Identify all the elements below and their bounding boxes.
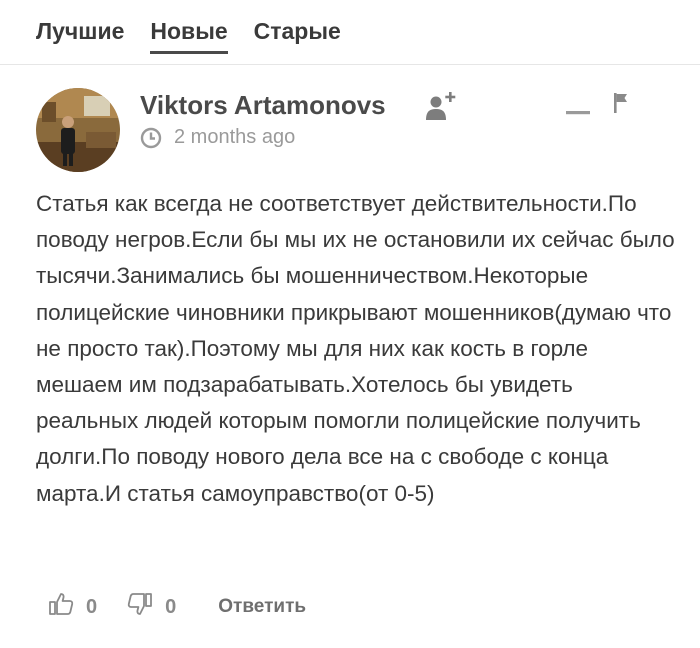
dislike-count: 0: [165, 595, 177, 618]
sort-tabs: Лучшие Новые Старые: [36, 18, 341, 54]
minus-icon[interactable]: [566, 103, 590, 115]
dislike-button[interactable]: 0: [127, 592, 176, 622]
comment-author[interactable]: Viktors Artamonovs: [140, 90, 386, 121]
avatar[interactable]: [36, 88, 120, 172]
tab-old[interactable]: Старые: [254, 18, 341, 54]
thumbs-down-icon: [127, 592, 153, 622]
comment-timestamp: 2 months ago: [140, 126, 295, 149]
clock-icon: [140, 127, 162, 149]
add-user-icon[interactable]: [424, 90, 458, 124]
like-count: 0: [86, 595, 98, 618]
timestamp-text: 2 months ago: [174, 126, 296, 148]
tabs-divider: [0, 64, 700, 65]
reply-button[interactable]: Ответить: [218, 596, 306, 618]
comment-body: Статья как всегда не соответствует дейст…: [36, 191, 675, 506]
tab-best[interactable]: Лучшие: [36, 18, 124, 54]
flag-icon[interactable]: [612, 92, 632, 114]
comment-actions: 0 0 Ответить: [48, 592, 306, 622]
thumbs-up-icon: [48, 592, 74, 622]
tab-new[interactable]: Новые: [150, 18, 228, 54]
like-button[interactable]: 0: [48, 592, 97, 622]
